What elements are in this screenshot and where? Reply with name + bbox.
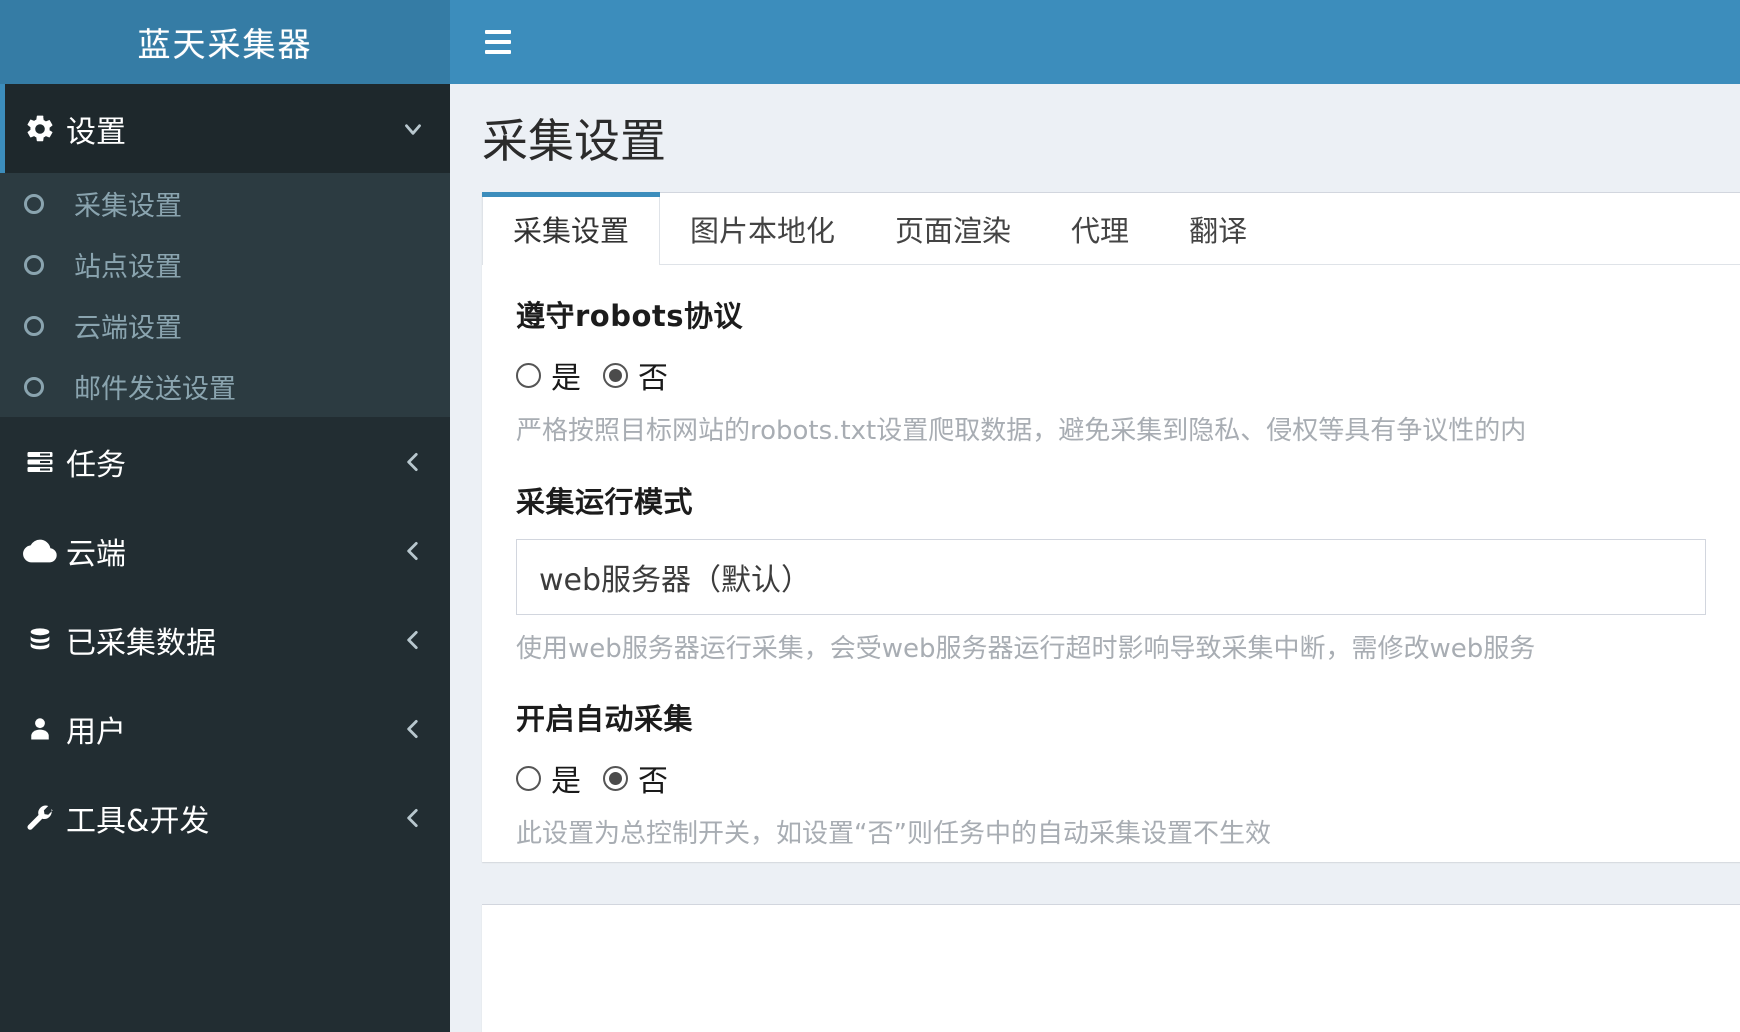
- sidebar-item-cloud[interactable]: 云端: [0, 506, 450, 595]
- help-text-robots: 严格按照目标网站的robots.txt设置爬取数据，避免采集到隐私、侵权等具有争…: [516, 416, 1527, 446]
- radio-group-robots: 是 否: [516, 353, 1738, 397]
- sidebar-subitem-label: 站点设置: [74, 252, 182, 283]
- chevron-left-icon: [400, 716, 426, 742]
- database-icon: [14, 625, 66, 655]
- sidebar-item-label: 工具&开发: [66, 803, 210, 839]
- circle-icon: [24, 254, 74, 275]
- sidebar-item-label: 云端: [66, 536, 126, 572]
- chevron-left-icon: [400, 449, 426, 475]
- tab-bar: 采集设置 图片本地化 页面渲染 代理 翻译: [482, 192, 1740, 265]
- radio-label: 是: [551, 361, 581, 396]
- radio-robots-no[interactable]: 否: [603, 353, 668, 397]
- secondary-card: [482, 904, 1740, 1032]
- hamburger-bar: [485, 50, 511, 54]
- sidebar-item-label: 任务: [66, 447, 126, 483]
- tab-label: 页面渲染: [895, 213, 1012, 248]
- sidebar-item-tasks[interactable]: 任务: [0, 417, 450, 506]
- tab-label: 采集设置: [513, 213, 630, 248]
- sidebar: 设置 采集设置 站点设置 云端设置 邮件发送设置 任务 云端 已采集数据 用户 …: [0, 84, 450, 1032]
- chevron-left-icon: [400, 538, 426, 564]
- radio-mark: [603, 362, 628, 388]
- sidebar-item-label: 已采集数据: [66, 625, 216, 661]
- radio-mark: [603, 765, 628, 791]
- radio-label: 是: [551, 764, 581, 800]
- tab-label: 翻译: [1189, 213, 1248, 248]
- sidebar-subitem-label: 采集设置: [74, 191, 182, 222]
- tab-translate[interactable]: 翻译: [1159, 193, 1277, 264]
- radio-label: 否: [638, 361, 668, 396]
- radio-auto-collect-yes[interactable]: 是: [516, 756, 581, 800]
- content-area: 采集设置 采集设置 图片本地化 页面渲染 代理 翻译 遵守robots协议 是 …: [450, 84, 1740, 1032]
- sidebar-subitem-mail-settings[interactable]: 邮件发送设置: [0, 356, 450, 417]
- sidebar-subitem-label: 云端设置: [74, 313, 182, 344]
- top-bar: 蓝天采集器: [0, 0, 1740, 84]
- brand-title: 蓝天采集器: [137, 25, 313, 64]
- sidebar-item-label: 设置: [66, 114, 126, 150]
- hamburger-bar: [485, 30, 511, 34]
- radio-label: 否: [638, 764, 668, 800]
- chevron-down-icon: [400, 116, 426, 142]
- settings-form: 遵守robots协议 是 否 严格按照目标网站的robots.txt设置爬取数据…: [482, 265, 1740, 892]
- hamburger-bar: [485, 40, 511, 44]
- sidebar-submenu-settings: 采集设置 站点设置 云端设置 邮件发送设置: [0, 173, 450, 417]
- field-robots: 遵守robots协议 是 否 严格按照目标网站的robots.txt设置爬取数据…: [516, 293, 1738, 451]
- sidebar-item-label: 用户: [66, 714, 126, 750]
- select-run-mode-value: web服务器（默认）: [539, 562, 812, 598]
- sidebar-subitem-cloud-settings[interactable]: 云端设置: [0, 295, 450, 356]
- radio-mark: [516, 362, 541, 388]
- field-run-mode: 采集运行模式 web服务器（默认） 使用web服务器运行采集，会受web服务器运…: [516, 479, 1738, 669]
- sidebar-item-collected-data[interactable]: 已采集数据: [0, 595, 450, 684]
- help-text-run-mode: 使用web服务器运行采集，会受web服务器运行超时影响导致采集中断，需修改web…: [516, 633, 1536, 664]
- tab-label: 图片本地化: [690, 213, 836, 248]
- field-label-run-mode: 采集运行模式: [516, 484, 694, 519]
- help-text-auto-collect: 此设置为总控制开关，如设置“否”则任务中的自动采集设置不生效: [516, 819, 1271, 850]
- field-auto-collect: 开启自动采集 是 否 此设置为总控制开关，如设置“否”则任务中的自动采集设置不生…: [516, 696, 1738, 854]
- sidebar-subitem-site-settings[interactable]: 站点设置: [0, 234, 450, 295]
- circle-icon: [24, 376, 74, 397]
- settings-card: 采集设置 图片本地化 页面渲染 代理 翻译 遵守robots协议 是 否 严格按…: [482, 192, 1740, 862]
- select-run-mode[interactable]: web服务器（默认）: [516, 538, 1706, 615]
- sidebar-subitem-label: 邮件发送设置: [74, 374, 236, 405]
- user-icon: [14, 714, 66, 744]
- sidebar-item-user[interactable]: 用户: [0, 684, 450, 773]
- radio-mark: [516, 765, 541, 791]
- tasks-icon: [14, 447, 66, 477]
- radio-robots-yes[interactable]: 是: [516, 353, 581, 397]
- circle-icon: [24, 193, 74, 214]
- field-label-auto-collect: 开启自动采集: [516, 702, 694, 737]
- hamburger-icon[interactable]: [478, 22, 518, 62]
- navbar: [450, 0, 1740, 84]
- sidebar-item-settings[interactable]: 设置: [0, 84, 450, 173]
- page-header: 采集设置: [450, 84, 1740, 192]
- tab-collection-settings[interactable]: 采集设置: [482, 192, 661, 265]
- brand-logo[interactable]: 蓝天采集器: [0, 0, 450, 84]
- wrench-icon: [14, 803, 66, 833]
- cloud-icon: [14, 534, 66, 568]
- tab-page-render[interactable]: 页面渲染: [865, 193, 1041, 264]
- page-title: 采集设置: [482, 114, 666, 168]
- circle-icon: [24, 315, 74, 336]
- app-root: 蓝天采集器 设置 采集设置 站点设置 云端设置 邮件发送设置 任务 云端 已采集…: [0, 0, 1740, 1032]
- sidebar-item-tools-dev[interactable]: 工具&开发: [0, 773, 450, 862]
- gear-icon: [14, 113, 66, 145]
- radio-auto-collect-no[interactable]: 否: [603, 756, 668, 800]
- chevron-left-icon: [400, 805, 426, 831]
- tab-image-localization[interactable]: 图片本地化: [660, 193, 865, 264]
- tab-proxy[interactable]: 代理: [1041, 193, 1159, 264]
- tab-label: 代理: [1071, 213, 1130, 248]
- chevron-left-icon: [400, 627, 426, 653]
- sidebar-subitem-collection-settings[interactable]: 采集设置: [0, 173, 450, 234]
- field-label-robots: 遵守robots协议: [516, 299, 744, 333]
- radio-group-auto-collect: 是 否: [516, 756, 1738, 800]
